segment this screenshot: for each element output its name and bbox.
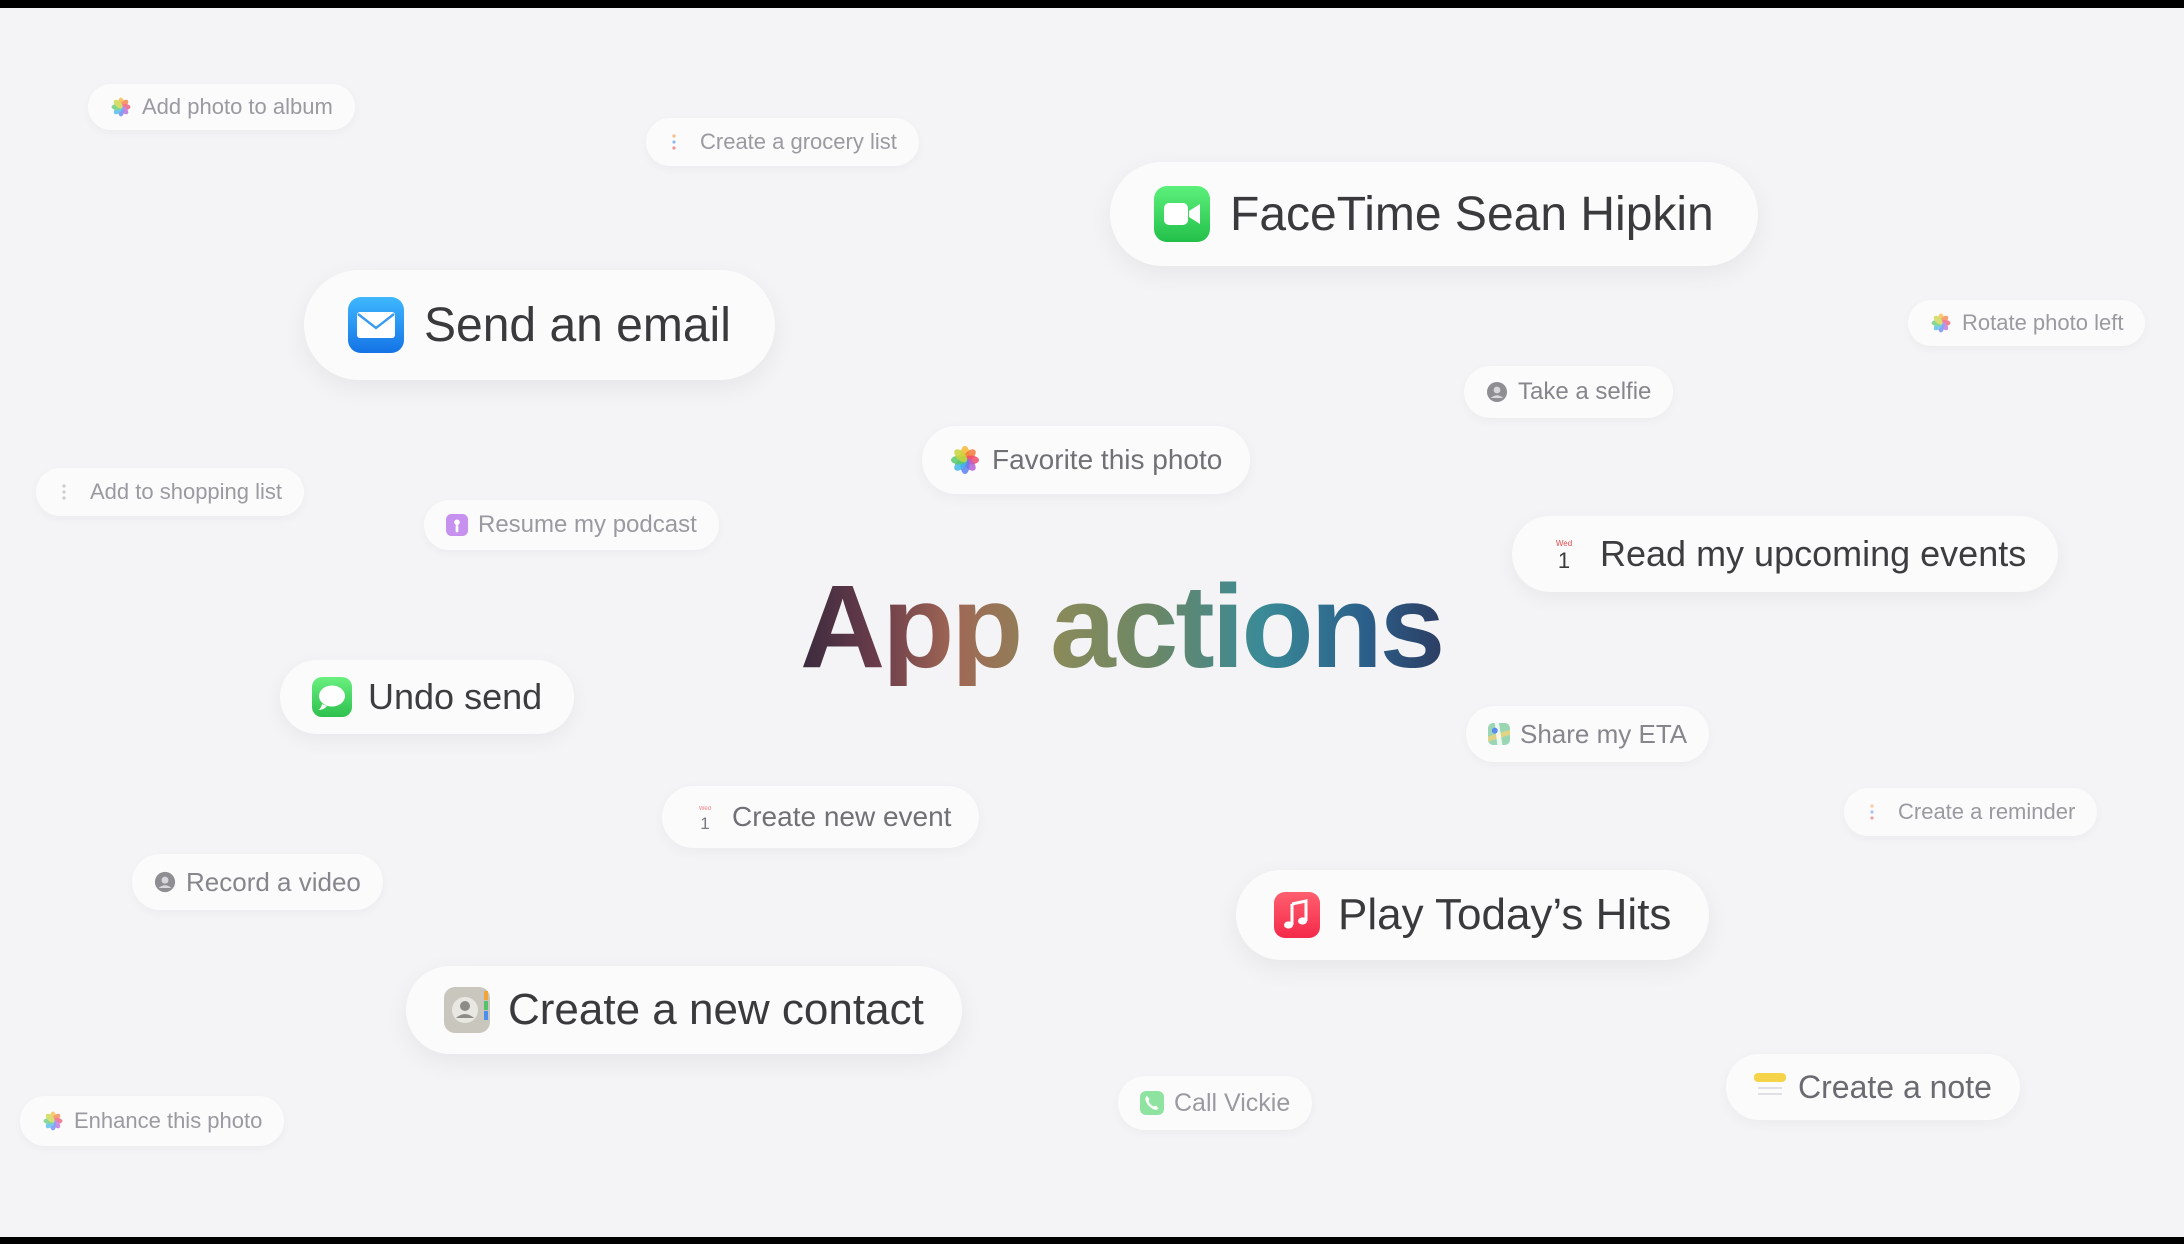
action-take-a-selfie[interactable]: Take a selfie bbox=[1464, 366, 1674, 418]
action-facetime-sean-hipkin[interactable]: FaceTime Sean Hipkin bbox=[1110, 162, 1758, 266]
facetime-icon bbox=[1154, 186, 1210, 242]
camera-icon bbox=[1486, 381, 1508, 403]
action-label: Rotate photo left bbox=[1962, 310, 2124, 335]
action-add-to-shopping-list[interactable]: Add to shopping list bbox=[36, 468, 305, 516]
action-label: Add photo to album bbox=[142, 94, 333, 119]
action-label: Create a new contact bbox=[508, 985, 924, 1034]
calendar-icon: Wed 1 bbox=[1544, 534, 1584, 574]
notes-icon bbox=[1754, 1071, 1786, 1103]
action-label: Call Vickie bbox=[1174, 1088, 1291, 1117]
action-record-a-video[interactable]: Record a video bbox=[132, 854, 383, 910]
action-label: Create a grocery list bbox=[700, 129, 897, 154]
action-create-new-event[interactable]: Wed 1 Create new event bbox=[662, 786, 980, 848]
action-label: Create a reminder bbox=[1898, 799, 2076, 824]
action-label: Share my ETA bbox=[1520, 718, 1688, 749]
reminders-icon bbox=[668, 131, 690, 153]
action-label: Send an email bbox=[424, 298, 731, 352]
action-share-my-eta[interactable]: Share my ETA bbox=[1466, 706, 1710, 762]
mail-icon bbox=[348, 297, 404, 353]
action-label: Play Today’s Hits bbox=[1338, 890, 1672, 939]
music-icon bbox=[1274, 892, 1320, 938]
action-add-photo-to-album[interactable]: Add photo to album bbox=[88, 84, 355, 130]
action-label: Enhance this photo bbox=[74, 1108, 263, 1133]
action-label: Create new event bbox=[732, 801, 952, 832]
calendar-weekday: Wed bbox=[1556, 539, 1572, 548]
action-label: Add to shopping list bbox=[90, 479, 283, 504]
photos-icon bbox=[42, 1110, 64, 1132]
app-actions-canvas: Add photo to album Create a grocery list bbox=[0, 8, 2184, 1237]
action-read-my-upcoming-events[interactable]: Wed 1 Read my upcoming events bbox=[1512, 516, 2059, 592]
action-create-a-reminder[interactable]: Create a reminder bbox=[1844, 788, 2098, 836]
contacts-icon bbox=[444, 987, 490, 1033]
page-title: App actions bbox=[800, 561, 1445, 693]
action-label: Take a selfie bbox=[1518, 378, 1652, 405]
photos-icon bbox=[950, 445, 980, 475]
action-label: Create a note bbox=[1798, 1068, 1992, 1105]
maps-icon bbox=[1488, 723, 1510, 745]
photos-icon bbox=[110, 96, 132, 118]
action-label: Undo send bbox=[368, 676, 543, 717]
action-undo-send[interactable]: Undo send bbox=[280, 660, 575, 734]
podcasts-icon bbox=[446, 514, 468, 536]
action-create-a-note[interactable]: Create a note bbox=[1726, 1054, 2020, 1120]
photos-icon bbox=[1930, 312, 1952, 334]
action-rotate-photo-left[interactable]: Rotate photo left bbox=[1908, 300, 2146, 346]
action-enhance-this-photo[interactable]: Enhance this photo bbox=[20, 1096, 285, 1146]
action-label: FaceTime Sean Hipkin bbox=[1230, 187, 1714, 241]
action-label: Resume my podcast bbox=[478, 511, 697, 538]
action-resume-my-podcast[interactable]: Resume my podcast bbox=[424, 500, 719, 550]
calendar-icon: Wed 1 bbox=[690, 802, 720, 832]
messages-icon bbox=[312, 677, 352, 717]
action-label: Record a video bbox=[186, 866, 361, 897]
action-send-an-email[interactable]: Send an email bbox=[304, 270, 775, 380]
reminders-icon bbox=[58, 481, 80, 503]
action-favorite-this-photo[interactable]: Favorite this photo bbox=[922, 426, 1251, 494]
reminders-icon bbox=[1866, 801, 1888, 823]
action-create-grocery-list[interactable]: Create a grocery list bbox=[646, 118, 919, 166]
action-label: Favorite this photo bbox=[992, 444, 1223, 475]
action-play-todays-hits[interactable]: Play Today’s Hits bbox=[1236, 870, 1710, 960]
calendar-weekday: Wed bbox=[699, 806, 711, 812]
camera-icon bbox=[154, 871, 176, 893]
phone-icon bbox=[1140, 1091, 1164, 1115]
action-label: Read my upcoming events bbox=[1600, 533, 2027, 574]
action-call-vickie[interactable]: Call Vickie bbox=[1118, 1076, 1313, 1130]
calendar-day: 1 bbox=[1558, 548, 1570, 573]
calendar-day: 1 bbox=[700, 814, 709, 832]
action-create-a-new-contact[interactable]: Create a new contact bbox=[406, 966, 962, 1054]
